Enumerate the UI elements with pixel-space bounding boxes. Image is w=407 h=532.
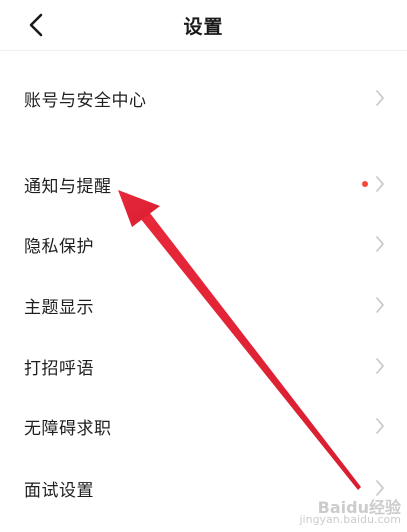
settings-item-label: 面试设置 [24, 481, 94, 501]
settings-item-label: 通知与提醒 [24, 177, 112, 197]
settings-item-greeting[interactable]: 打招呼语 [0, 340, 407, 392]
watermark: Baidu经验 jingyan.baidu.com [299, 500, 401, 526]
settings-item-accessibility[interactable]: 无障碍求职 [0, 400, 407, 452]
chevron-right-icon [376, 358, 384, 374]
chevron-right-icon [376, 297, 384, 313]
page-title: 设置 [183, 16, 224, 38]
navigation-bar: 设置 [0, 0, 407, 50]
watermark-sub: jingyan.baidu.com [299, 513, 401, 526]
chevron-right-icon [376, 176, 384, 192]
settings-item-notifications[interactable]: 通知与提醒 [0, 158, 407, 210]
chevron-right-icon [376, 90, 384, 106]
settings-item-label: 隐私保护 [24, 237, 94, 257]
settings-item-label: 账号与安全中心 [24, 91, 147, 111]
chevron-right-icon [376, 480, 384, 496]
settings-item-label: 无障碍求职 [24, 419, 112, 439]
settings-item-account-security[interactable]: 账号与安全中心 [0, 72, 407, 124]
chevron-right-icon [376, 236, 384, 252]
settings-item-label: 主题显示 [24, 298, 94, 318]
header-divider [0, 50, 407, 51]
notification-badge-dot [362, 181, 368, 187]
settings-item-theme[interactable]: 主题显示 [0, 279, 407, 331]
chevron-right-icon [376, 418, 384, 434]
settings-screen: 设置 账号与安全中心 通知与提醒 隐私保护 主题显示 打招呼语 无障碍求职 面试… [0, 0, 407, 532]
settings-item-label: 打招呼语 [24, 359, 94, 379]
section-gap [0, 124, 407, 158]
settings-item-privacy[interactable]: 隐私保护 [0, 218, 407, 270]
